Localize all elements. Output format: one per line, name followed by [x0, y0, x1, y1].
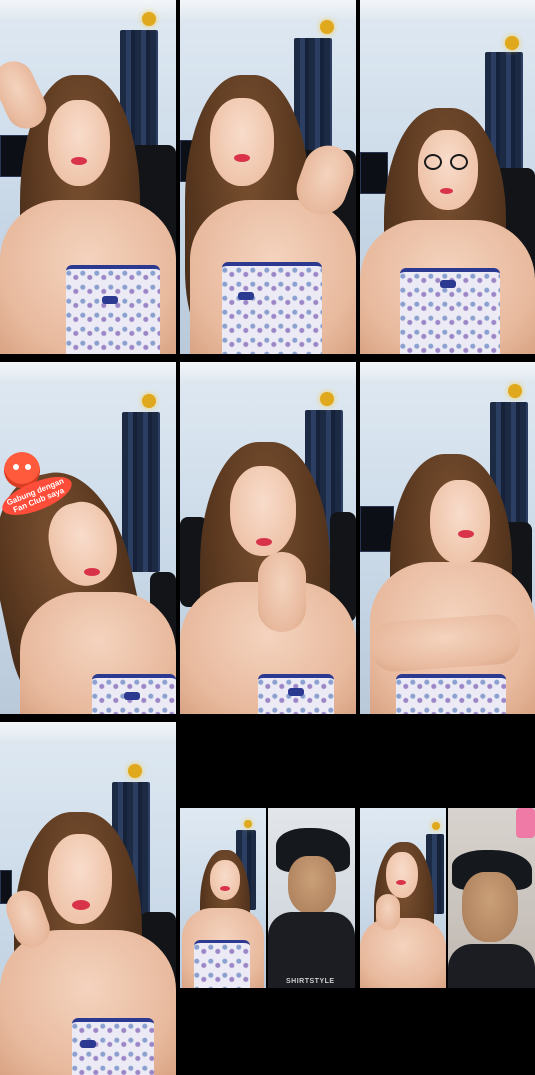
- lamp: [432, 822, 440, 830]
- lamp: [505, 36, 519, 50]
- lips: [220, 886, 230, 891]
- glasses-right: [450, 154, 468, 170]
- lamp: [244, 820, 252, 828]
- ceiling: [180, 362, 356, 384]
- lamp: [142, 12, 156, 26]
- moving-arm: [368, 612, 522, 674]
- lips: [458, 530, 474, 538]
- man-face: [462, 872, 518, 942]
- battle-tile-left-guest[interactable]: SHIRTSTYLE: [268, 808, 355, 988]
- monitor: [360, 152, 388, 194]
- bow: [124, 692, 140, 700]
- lips: [84, 568, 100, 576]
- stream-tile-1[interactable]: [0, 0, 176, 354]
- glasses-left: [424, 154, 442, 170]
- lamp: [142, 394, 156, 408]
- bow: [80, 1040, 96, 1048]
- ceiling: [360, 0, 535, 22]
- mascot-eye-right: [25, 464, 31, 470]
- bow: [440, 280, 456, 288]
- monitor: [360, 506, 394, 552]
- stream-tile-3[interactable]: [360, 0, 535, 354]
- fan-club-badge[interactable]: Gabung dengan Fan Club saya: [0, 452, 77, 523]
- lips: [440, 188, 453, 194]
- battle-tile-right-guest[interactable]: [448, 808, 535, 988]
- face: [210, 98, 274, 186]
- stream-tile-2[interactable]: [180, 0, 356, 354]
- bow: [102, 296, 118, 304]
- ceiling: [0, 362, 176, 384]
- lips: [234, 154, 250, 162]
- man-face: [288, 856, 336, 914]
- camisole-top: [194, 940, 250, 988]
- stream-tile-5[interactable]: [180, 362, 356, 714]
- battle-tile-right-host[interactable]: [360, 808, 446, 988]
- mascot-eye-left: [13, 464, 19, 470]
- lips: [256, 538, 272, 546]
- shirt-print: SHIRTSTYLE: [286, 978, 335, 985]
- face: [418, 130, 478, 210]
- curtain: [122, 412, 160, 572]
- ceiling: [0, 722, 176, 744]
- camisole-top: [66, 265, 160, 354]
- lamp: [128, 764, 142, 778]
- lamp: [508, 384, 522, 398]
- lamp: [320, 20, 334, 34]
- face: [48, 100, 110, 186]
- stream-tile-6[interactable]: [360, 362, 535, 714]
- empty-slot-bottom: [176, 988, 535, 1075]
- shoulders: [360, 918, 446, 988]
- bow: [288, 688, 304, 696]
- face: [386, 852, 418, 898]
- ceiling: [180, 0, 356, 22]
- hand-on-chin: [376, 894, 400, 930]
- bow: [238, 292, 254, 300]
- lips: [71, 157, 87, 165]
- camisole-top: [222, 262, 322, 354]
- shirt: [448, 944, 535, 988]
- stream-tile-4[interactable]: Gabung dengan Fan Club saya: [0, 362, 176, 714]
- battle-tile-left-host[interactable]: [180, 808, 266, 988]
- lips: [396, 880, 406, 885]
- ceiling: [360, 362, 535, 384]
- empty-slot-top: [176, 722, 535, 808]
- face: [210, 860, 240, 900]
- face: [430, 480, 490, 564]
- camisole-top: [396, 674, 506, 714]
- lamp: [320, 392, 334, 406]
- lips: [72, 900, 90, 910]
- hand-on-chin: [258, 552, 306, 632]
- pink-decor: [516, 808, 535, 838]
- shirt: [268, 912, 355, 988]
- face: [48, 834, 112, 924]
- stream-tile-7[interactable]: [0, 722, 176, 1075]
